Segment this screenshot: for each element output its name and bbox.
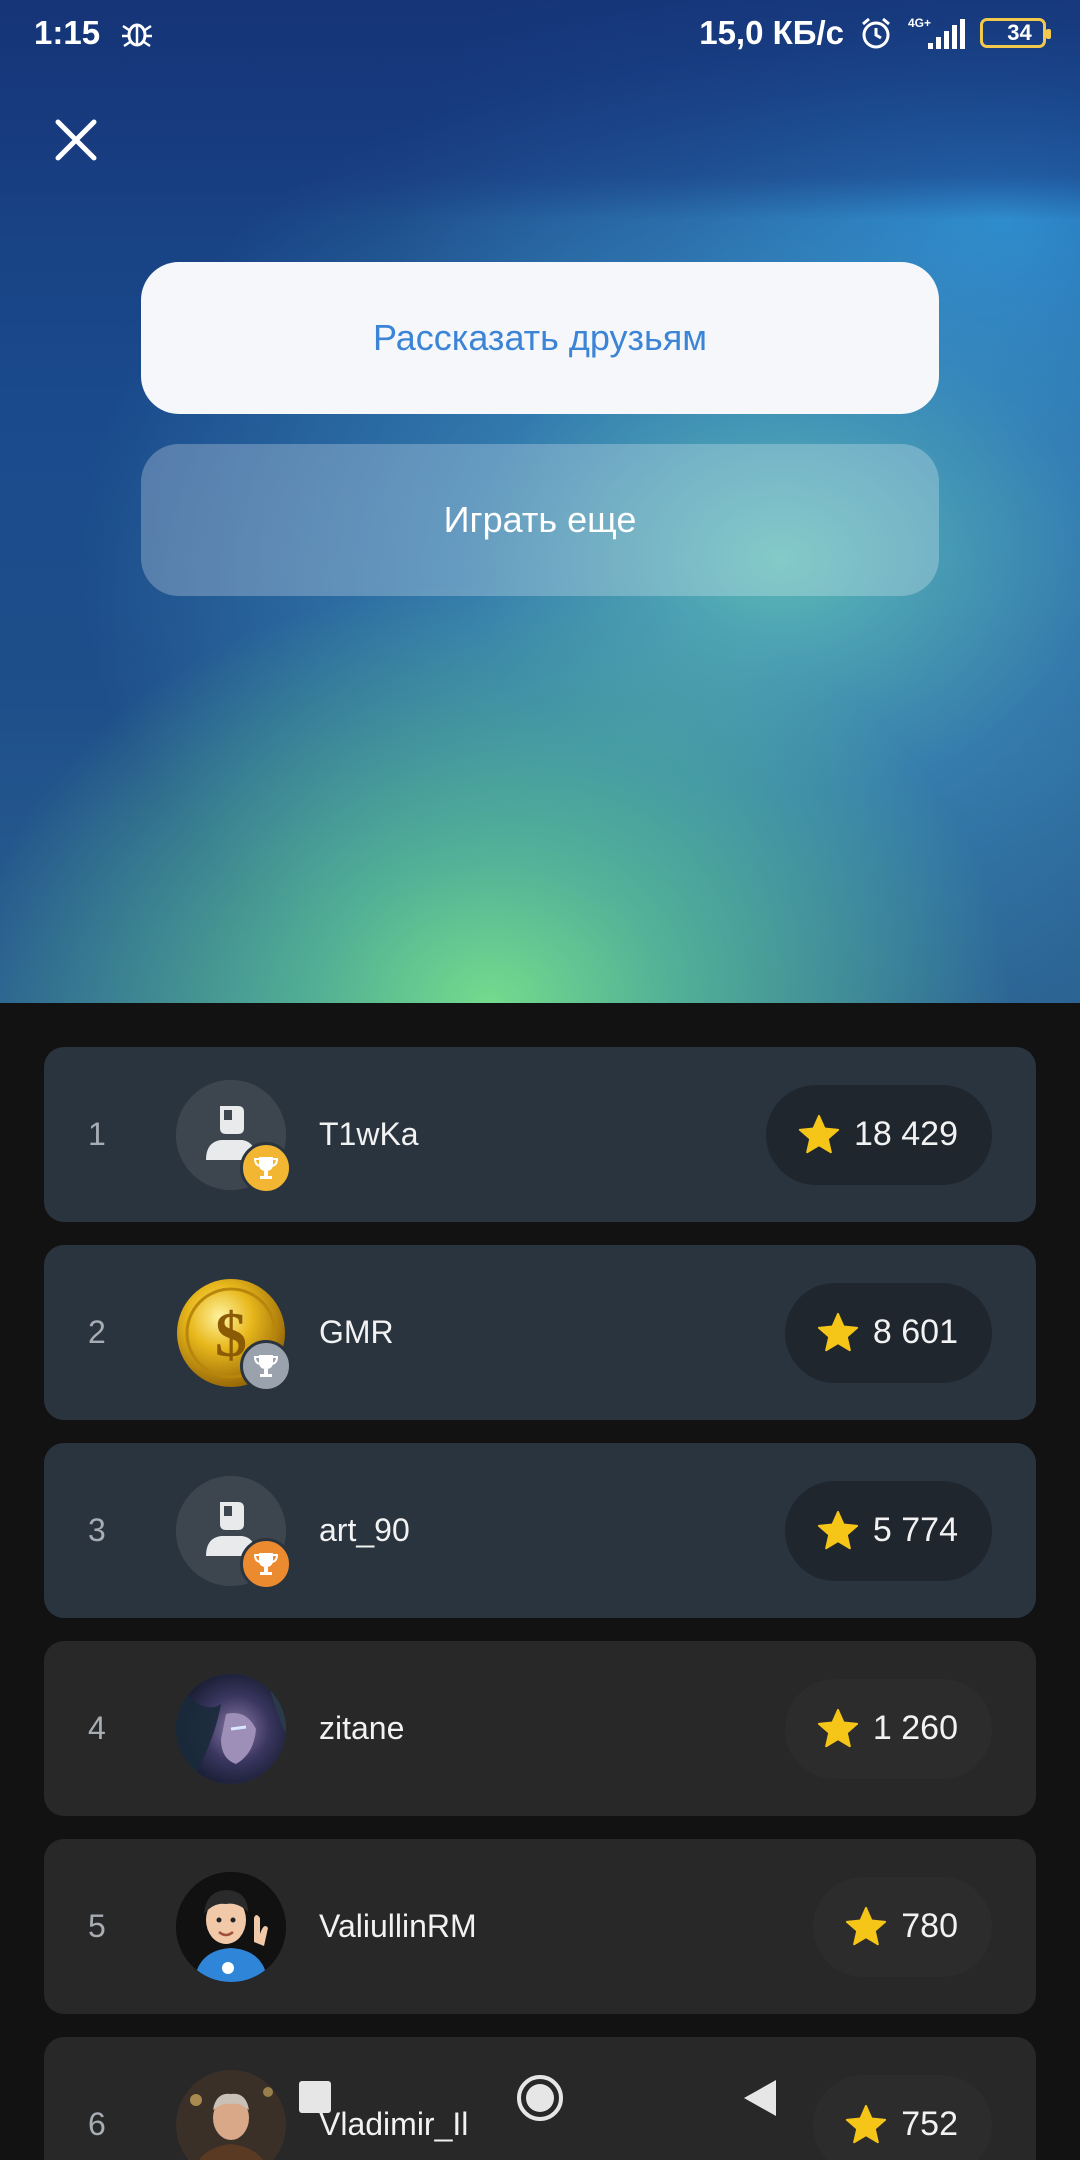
score-badge: 8 601: [784, 1282, 992, 1383]
score-value: 752: [901, 2105, 958, 2143]
score-value: 780: [901, 1907, 958, 1945]
star-icon: [817, 1708, 859, 1747]
player-name: ValiullinRM: [319, 1908, 477, 1944]
leaderboard-row[interactable]: 5 ValiullinRM 780: [44, 1839, 1036, 2014]
leaderboard-row[interactable]: 2 $ GMR 8 601: [44, 1245, 1036, 1420]
player-name: art_90: [319, 1512, 410, 1548]
bug-icon: [120, 16, 154, 50]
rank-number: 6: [88, 2106, 106, 2142]
gold-trophy-icon: [240, 1142, 292, 1194]
rank-number: 5: [88, 1908, 106, 1944]
score-badge: 780: [813, 1876, 992, 1977]
status-bar: 1:15 15,0 КБ/с 4G+ 34: [0, 0, 1080, 66]
recent-apps-icon: [299, 2081, 331, 2113]
network-speed: 15,0 КБ/с: [699, 14, 844, 51]
player-name: Vladimir_Il: [319, 2106, 469, 2142]
play-again-button[interactable]: Играть еще: [141, 444, 939, 596]
close-icon: [55, 119, 97, 161]
back-button[interactable]: [742, 2078, 778, 2123]
score-value: 1 260: [872, 1709, 958, 1747]
score-badge: 18 429: [766, 1084, 992, 1185]
player-name: GMR: [319, 1314, 394, 1350]
leaderboard: 1 T1wKa 18 429 2 $ GMR 8 601 3 art_90 5 …: [0, 1003, 1080, 2160]
alarm-icon: [858, 15, 894, 51]
back-icon: [744, 2080, 776, 2116]
silver-trophy-icon: [240, 1340, 292, 1392]
recent-apps-button[interactable]: [298, 2080, 332, 2119]
player-name: zitane: [319, 1710, 405, 1746]
fantasy-character-avatar: [176, 1674, 286, 1784]
close-button[interactable]: [48, 112, 104, 168]
rank-number: 4: [88, 1710, 106, 1746]
status-time: 1:15: [34, 14, 101, 51]
rank-number: 2: [88, 1314, 106, 1350]
star-icon: [817, 1312, 859, 1351]
cartoon-man-avatar: [176, 1872, 286, 1982]
home-button[interactable]: [515, 2073, 565, 2128]
score-value: 18 429: [854, 1115, 958, 1153]
star-icon: [846, 2104, 887, 2143]
star-icon: [798, 1114, 840, 1153]
rank-number: 1: [88, 1116, 106, 1152]
star-icon: [817, 1510, 859, 1549]
signal-icon: 4G+: [908, 15, 966, 51]
score-badge: 752: [813, 2074, 992, 2160]
score-value: 8 601: [872, 1313, 958, 1351]
share-with-friends-button[interactable]: Рассказать друзьям: [141, 262, 939, 414]
home-icon: [517, 2075, 563, 2121]
player-name: T1wKa: [319, 1116, 419, 1152]
rank-number: 3: [88, 1512, 106, 1548]
svg-text:4G+: 4G+: [908, 16, 931, 30]
score-value: 5 774: [872, 1511, 958, 1549]
battery-icon: 34: [980, 18, 1051, 48]
leaderboard-row[interactable]: 4 zitane 1 260: [44, 1641, 1036, 1816]
leaderboard-row[interactable]: 3 art_90 5 774: [44, 1443, 1036, 1618]
leaderboard-row[interactable]: 1 T1wKa 18 429: [44, 1047, 1036, 1222]
photo-avatar: [176, 2070, 286, 2160]
bronze-trophy-icon: [240, 1538, 292, 1590]
score-badge: 5 774: [784, 1480, 992, 1581]
score-badge: 1 260: [784, 1678, 992, 1779]
star-icon: [846, 1906, 887, 1945]
